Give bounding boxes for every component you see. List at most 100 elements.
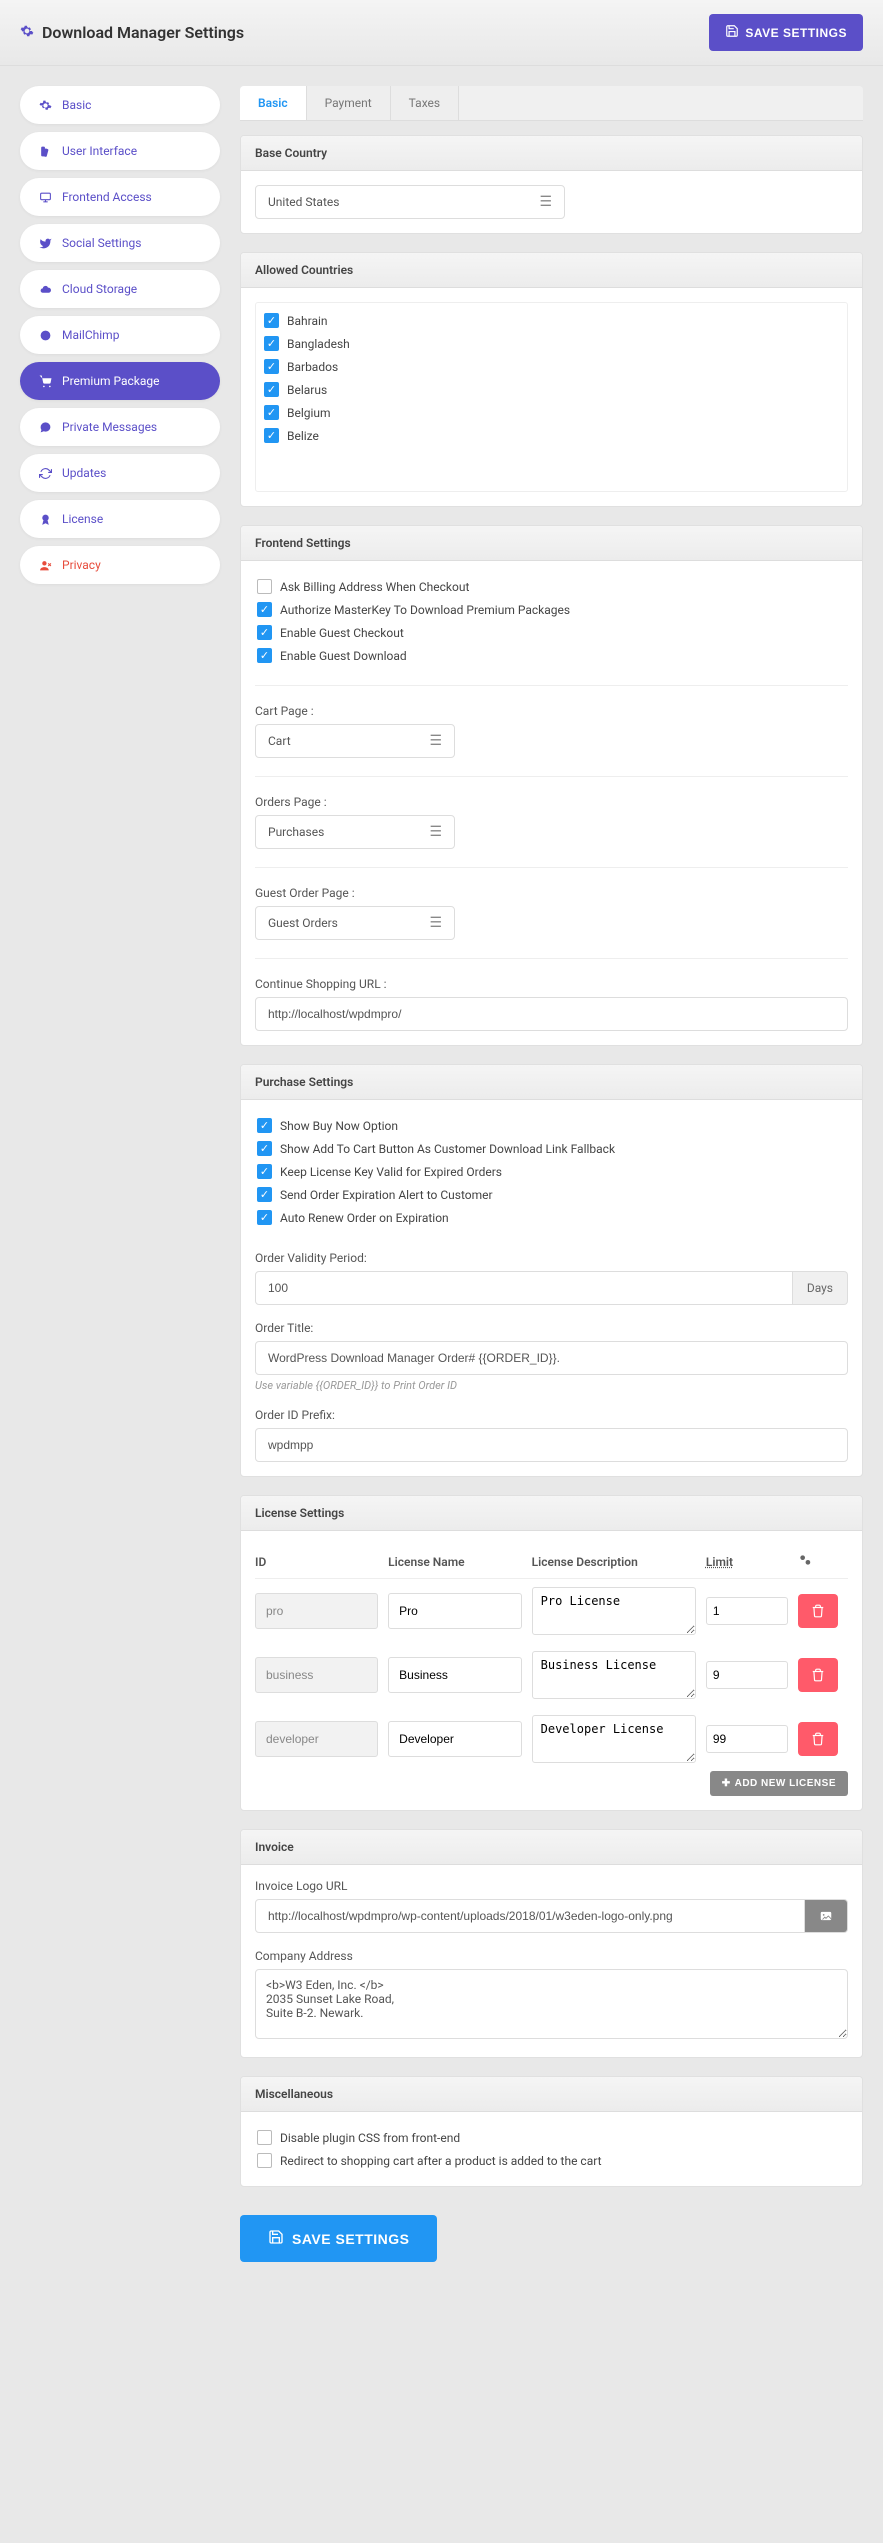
sidebar: Basic User Interface Frontend Access Social…: [20, 86, 220, 592]
gear-icon: [20, 24, 34, 42]
col-name: License Name: [388, 1555, 521, 1569]
header-title-group: Download Manager Settings: [20, 23, 244, 42]
order-validity-label: Order Validity Period:: [255, 1251, 848, 1265]
checkbox[interactable]: ✓: [257, 1210, 272, 1225]
checkbox[interactable]: ✓: [257, 1164, 272, 1179]
orders-page-select[interactable]: Purchases ☰: [255, 815, 455, 849]
save-settings-bottom-button[interactable]: SAVE SETTINGS: [240, 2215, 437, 2262]
order-prefix-input[interactable]: [255, 1428, 848, 1462]
checkbox[interactable]: ✓: [257, 1187, 272, 1202]
company-address-textarea[interactable]: [255, 1969, 848, 2039]
checkbox[interactable]: ✓: [264, 359, 279, 374]
sidebar-item-label: Privacy: [62, 558, 101, 572]
panel-license-settings: License Settings ID License Name License…: [240, 1495, 863, 1811]
save-label: SAVE SETTINGS: [292, 2231, 409, 2247]
continue-shopping-input[interactable]: [255, 997, 848, 1031]
checkbox[interactable]: [257, 579, 272, 594]
panel-miscellaneous: Miscellaneous Disable plugin CSS from fr…: [240, 2076, 863, 2187]
checkbox[interactable]: ✓: [264, 336, 279, 351]
upload-image-button[interactable]: [805, 1899, 848, 1933]
sidebar-item-privacy[interactable]: Privacy: [20, 546, 220, 584]
license-limit-input[interactable]: [706, 1725, 788, 1753]
continue-shopping-label: Continue Shopping URL :: [255, 977, 848, 991]
license-desc-textarea[interactable]: Pro License: [532, 1587, 696, 1635]
sidebar-item-basic[interactable]: Basic: [20, 86, 220, 124]
license-desc-textarea[interactable]: Business License: [532, 1651, 696, 1699]
menu-icon: ☰: [429, 824, 442, 840]
checkbox[interactable]: ✓: [257, 602, 272, 617]
checkbox-label: Belarus: [287, 383, 327, 397]
cart-page-select[interactable]: Cart ☰: [255, 724, 455, 758]
checkbox[interactable]: [257, 2130, 272, 2145]
license-name-input[interactable]: [388, 1593, 521, 1629]
sidebar-item-private-messages[interactable]: Private Messages: [20, 408, 220, 446]
page-header: Download Manager Settings SAVE SETTINGS: [0, 0, 883, 66]
order-validity-input[interactable]: [255, 1271, 793, 1305]
panel-invoice: Invoice Invoice Logo URL Company Address: [240, 1829, 863, 2058]
license-name-input[interactable]: [388, 1657, 521, 1693]
license-id-input[interactable]: [255, 1593, 378, 1629]
panel-base-country: Base Country United States ☰: [240, 135, 863, 234]
sidebar-item-license[interactable]: License: [20, 500, 220, 538]
panel-title: Invoice: [241, 1830, 862, 1865]
tab-payment[interactable]: Payment: [307, 86, 391, 120]
sidebar-item-label: Cloud Storage: [62, 282, 137, 296]
checkbox-label: Barbados: [287, 360, 338, 374]
sidebar-item-social-settings[interactable]: Social Settings: [20, 224, 220, 262]
license-desc-textarea[interactable]: Developer License: [532, 1715, 696, 1763]
guest-order-page-select[interactable]: Guest Orders ☰: [255, 906, 455, 940]
license-id-input[interactable]: [255, 1721, 378, 1757]
sidebar-item-premium-package[interactable]: Premium Package: [20, 362, 220, 400]
license-id-input[interactable]: [255, 1657, 378, 1693]
license-limit-input[interactable]: [706, 1597, 788, 1625]
base-country-select[interactable]: United States ☰: [255, 185, 565, 219]
sidebar-item-mailchimp[interactable]: MailChimp: [20, 316, 220, 354]
add-new-license-button[interactable]: ✚ ADD NEW LICENSE: [710, 1771, 848, 1796]
col-actions: [798, 1553, 848, 1570]
delete-license-button[interactable]: [798, 1594, 838, 1628]
country-list[interactable]: ✓Bahrain✓Bangladesh✓Barbados✓Belarus✓Bel…: [255, 302, 848, 492]
checkbox-label: Show Buy Now Option: [280, 1119, 398, 1133]
checkbox-row: ✓ Keep License Key Valid for Expired Orde…: [255, 1160, 848, 1183]
checkbox[interactable]: ✓: [264, 428, 279, 443]
license-row: Developer License: [255, 1707, 848, 1771]
checkbox-label: Bahrain: [287, 314, 328, 328]
checkbox[interactable]: ✓: [257, 1141, 272, 1156]
sidebar-item-updates[interactable]: Updates: [20, 454, 220, 492]
sidebar-item-label: Premium Package: [62, 374, 159, 388]
certificate-icon: [38, 512, 52, 526]
checkbox[interactable]: ✓: [257, 648, 272, 663]
save-settings-top-button[interactable]: SAVE SETTINGS: [709, 14, 863, 51]
sidebar-item-label: MailChimp: [62, 328, 119, 342]
license-name-input[interactable]: [388, 1721, 521, 1757]
tab-taxes[interactable]: Taxes: [391, 86, 459, 120]
sidebar-item-cloud-storage[interactable]: Cloud Storage: [20, 270, 220, 308]
sidebar-item-frontend-access[interactable]: Frontend Access: [20, 178, 220, 216]
tab-basic[interactable]: Basic: [240, 86, 307, 120]
checkbox-row: ✓ Belize: [262, 424, 841, 447]
license-row: Business License: [255, 1643, 848, 1707]
checkbox-label: Send Order Expiration Alert to Customer: [280, 1188, 493, 1202]
col-limit: Limit: [706, 1555, 788, 1569]
license-limit-input[interactable]: [706, 1661, 788, 1689]
checkbox-label: Keep License Key Valid for Expired Order…: [280, 1165, 502, 1179]
checkbox-row: ✓Auto Renew Order on Expiration: [255, 1206, 848, 1229]
checkbox[interactable]: ✓: [264, 405, 279, 420]
trash-icon: [811, 1732, 825, 1746]
checkbox[interactable]: ✓: [264, 382, 279, 397]
invoice-logo-input[interactable]: [255, 1899, 805, 1933]
checkbox[interactable]: ✓: [257, 625, 272, 640]
delete-license-button[interactable]: [798, 1658, 838, 1692]
checkbox[interactable]: ✓: [264, 313, 279, 328]
checkbox-label: Disable plugin CSS from front-end: [280, 2131, 460, 2145]
checkbox-label: Belize: [287, 429, 319, 443]
checkbox-label: Authorize MasterKey To Download Premium …: [280, 603, 570, 617]
save-label: SAVE SETTINGS: [745, 26, 847, 40]
order-title-input[interactable]: [255, 1341, 848, 1375]
panel-allowed-countries: Allowed Countries ✓Bahrain✓Bangladesh✓Ba…: [240, 252, 863, 507]
sidebar-item-user-interface[interactable]: User Interface: [20, 132, 220, 170]
checkbox[interactable]: ✓: [257, 1118, 272, 1133]
checkbox[interactable]: [257, 2153, 272, 2168]
col-desc: License Description: [532, 1555, 696, 1569]
delete-license-button[interactable]: [798, 1722, 838, 1756]
